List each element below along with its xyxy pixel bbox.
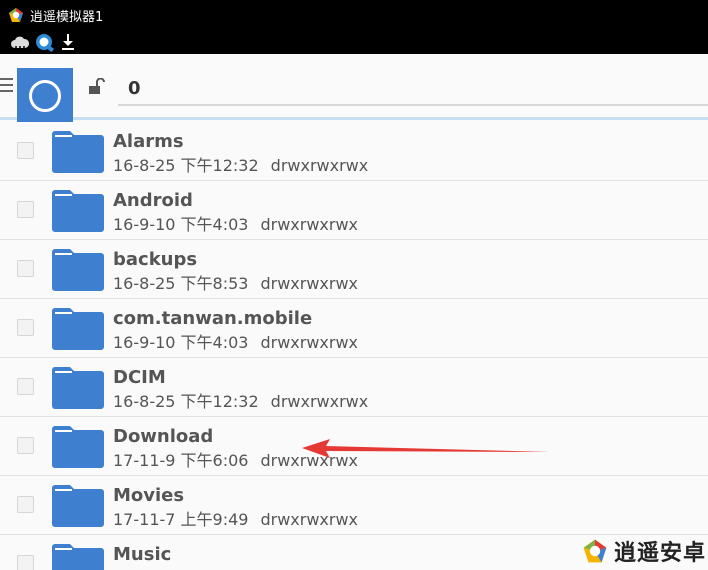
file-meta: 17-11-7 上午9:49 drwxrwxrwx bbox=[113, 506, 358, 530]
folder-icon bbox=[52, 426, 104, 468]
file-row[interactable]: backups 16-8-25 下午8:53 drwxrwxrwx bbox=[0, 240, 708, 299]
file-row[interactable]: Download 17-11-9 下午6:06 drwxrwxrwx bbox=[0, 417, 708, 476]
row-checkbox[interactable] bbox=[17, 260, 34, 277]
row-checkbox[interactable] bbox=[17, 437, 34, 454]
file-name: DCIM bbox=[113, 367, 166, 388]
folder-icon bbox=[52, 308, 104, 350]
file-permissions: drwxrwxrwx bbox=[270, 392, 369, 411]
folder-icon bbox=[52, 485, 104, 527]
menu-icon[interactable] bbox=[0, 78, 16, 92]
file-row[interactable]: Android 16-9-10 下午4:03 drwxrwxrwx bbox=[0, 181, 708, 240]
window-title: 逍遥模拟器1 bbox=[30, 9, 104, 25]
file-meta: 16-8-25 下午12:32 drwxrwxrwx bbox=[113, 152, 368, 176]
file-name: Music bbox=[113, 544, 172, 565]
file-meta: 16-8-25 下午8:53 drwxrwxrwx bbox=[113, 270, 358, 294]
explorer-header: 0 bbox=[0, 54, 708, 124]
q-app-icon bbox=[36, 34, 55, 52]
file-date: 16-9-10 下午4:03 bbox=[113, 215, 249, 234]
file-date: 16-9-10 下午4:03 bbox=[113, 333, 249, 352]
unlock-icon[interactable] bbox=[87, 78, 107, 96]
file-meta: 16-8-25 下午12:32 drwxrwxrwx bbox=[113, 388, 368, 412]
file-name: Alarms bbox=[113, 131, 184, 152]
file-meta: 17-11-9 下午6:06 drwxrwxrwx bbox=[113, 447, 358, 471]
file-date: 16-8-25 下午12:32 bbox=[113, 156, 259, 175]
folder-icon bbox=[52, 544, 104, 570]
memu-logo-icon bbox=[583, 539, 607, 563]
folder-icon bbox=[52, 190, 104, 232]
root-folder-button[interactable] bbox=[17, 68, 73, 124]
folder-icon bbox=[52, 131, 104, 173]
file-row[interactable]: Alarms 16-8-25 下午12:32 drwxrwxrwx bbox=[0, 122, 708, 181]
download-icon bbox=[62, 34, 74, 50]
file-date: 17-11-7 上午9:49 bbox=[113, 510, 249, 529]
file-name: Android bbox=[113, 190, 193, 211]
path-bar[interactable]: 0 bbox=[118, 74, 708, 106]
file-date: 17-11-9 下午6:06 bbox=[113, 451, 249, 470]
file-permissions: drwxrwxrwx bbox=[260, 333, 359, 352]
file-row[interactable]: Movies 17-11-7 上午9:49 drwxrwxrwx bbox=[0, 476, 708, 535]
status-bar bbox=[0, 30, 708, 54]
folder-icon bbox=[52, 367, 104, 409]
file-row[interactable]: com.tanwan.mobile 16-9-10 下午4:03 drwxrwxr… bbox=[0, 299, 708, 358]
app-logo-icon bbox=[9, 8, 23, 22]
file-list: Alarms 16-8-25 下午12:32 drwxrwxrwx Android… bbox=[0, 122, 708, 570]
cloud-icon bbox=[11, 36, 30, 48]
file-date: 16-8-25 下午8:53 bbox=[113, 274, 249, 293]
root-circle-icon bbox=[29, 80, 61, 112]
file-permissions: drwxrwxrwx bbox=[270, 156, 369, 175]
folder-icon bbox=[52, 249, 104, 291]
file-meta bbox=[113, 565, 125, 570]
file-name: com.tanwan.mobile bbox=[113, 308, 313, 329]
row-checkbox[interactable] bbox=[17, 496, 34, 513]
row-checkbox[interactable] bbox=[17, 142, 34, 159]
file-name: backups bbox=[113, 249, 198, 270]
file-name: Download bbox=[113, 426, 214, 447]
watermark-text: 逍遥安卓 bbox=[614, 541, 707, 566]
file-date: 16-8-25 下午12:32 bbox=[113, 392, 259, 411]
file-permissions: drwxrwxrwx bbox=[260, 451, 359, 470]
file-name: Movies bbox=[113, 485, 185, 506]
file-meta: 16-9-10 下午4:03 drwxrwxrwx bbox=[113, 211, 358, 235]
watermark: 逍遥安卓 bbox=[582, 536, 706, 566]
window-titlebar: 逍遥模拟器1 bbox=[0, 0, 708, 30]
file-meta: 16-9-10 下午4:03 drwxrwxrwx bbox=[113, 329, 358, 353]
file-permissions: drwxrwxrwx bbox=[260, 274, 359, 293]
row-checkbox[interactable] bbox=[17, 319, 34, 336]
row-checkbox[interactable] bbox=[17, 201, 34, 218]
file-permissions: drwxrwxrwx bbox=[260, 215, 359, 234]
row-checkbox[interactable] bbox=[17, 378, 34, 395]
current-path: 0 bbox=[128, 78, 141, 99]
file-row[interactable]: DCIM 16-8-25 下午12:32 drwxrwxrwx bbox=[0, 358, 708, 417]
file-permissions: drwxrwxrwx bbox=[260, 510, 359, 529]
row-checkbox[interactable] bbox=[17, 555, 34, 570]
